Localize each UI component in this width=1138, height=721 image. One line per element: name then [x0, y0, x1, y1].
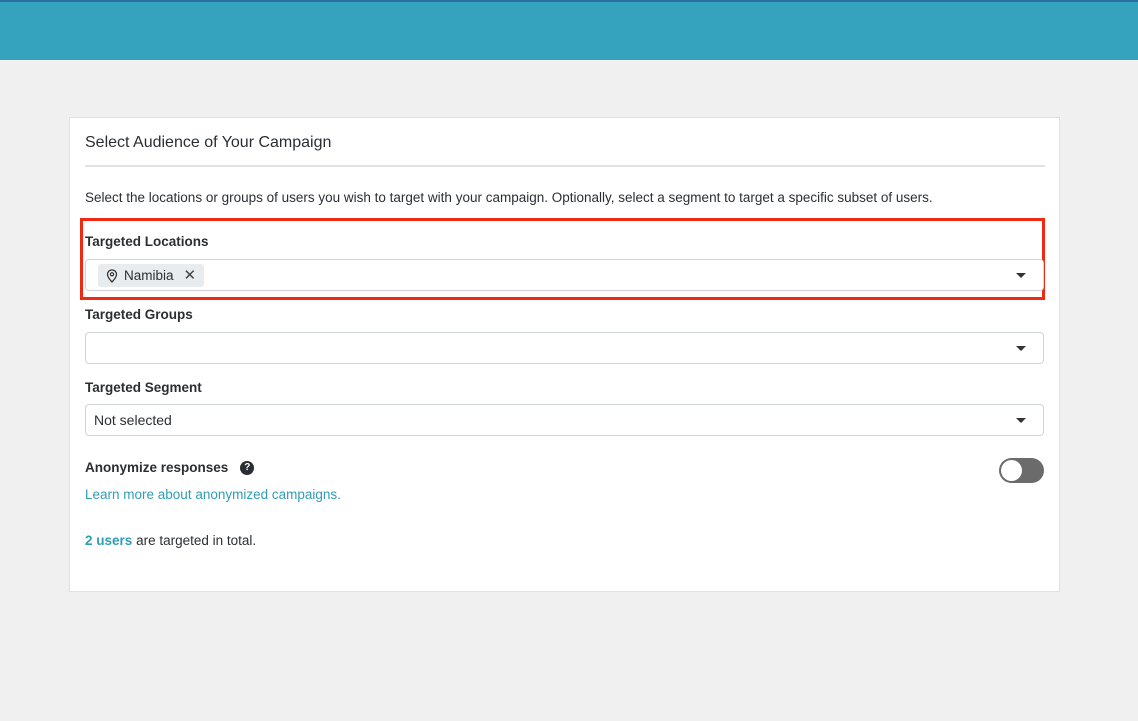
- targeted-segment-label: Targeted Segment: [85, 380, 202, 395]
- targeted-segment-value: Not selected: [94, 412, 172, 428]
- targeted-segment-select[interactable]: Not selected: [85, 404, 1044, 436]
- targeted-groups-select[interactable]: [85, 332, 1044, 364]
- targeted-groups-label: Targeted Groups: [85, 307, 193, 322]
- audience-card: Select Audience of Your Campaign Select …: [69, 117, 1060, 592]
- targeted-summary: 2 users are targeted in total.: [85, 533, 256, 548]
- chevron-down-icon[interactable]: [1016, 273, 1026, 278]
- anonymize-toggle[interactable]: [999, 458, 1044, 483]
- page-description: Select the locations or groups of users …: [85, 190, 933, 205]
- remove-chip-icon[interactable]: ✕: [184, 268, 197, 283]
- learn-more-link[interactable]: Learn more about anonymized campaigns.: [85, 487, 341, 502]
- targeted-locations-label: Targeted Locations: [85, 234, 209, 249]
- map-pin-icon: [106, 268, 118, 283]
- question-circle-icon[interactable]: ?: [240, 460, 255, 475]
- anonymize-label: Anonymize responses: [85, 460, 229, 475]
- chevron-down-icon[interactable]: [1016, 346, 1026, 351]
- anonymize-row: Anonymize responses ?: [85, 460, 255, 475]
- chevron-down-icon[interactable]: [1016, 418, 1026, 423]
- page-title: Select Audience of Your Campaign: [85, 134, 332, 151]
- top-header-bar: [0, 0, 1138, 60]
- location-chip: Namibia ✕: [98, 264, 205, 287]
- title-divider: [85, 165, 1045, 167]
- users-count-link[interactable]: 2 users: [85, 533, 132, 548]
- location-chip-label: Namibia: [124, 268, 174, 283]
- toggle-knob: [1001, 460, 1022, 481]
- targeted-locations-select[interactable]: Namibia ✕: [85, 259, 1044, 291]
- summary-suffix: are targeted in total.: [136, 533, 257, 548]
